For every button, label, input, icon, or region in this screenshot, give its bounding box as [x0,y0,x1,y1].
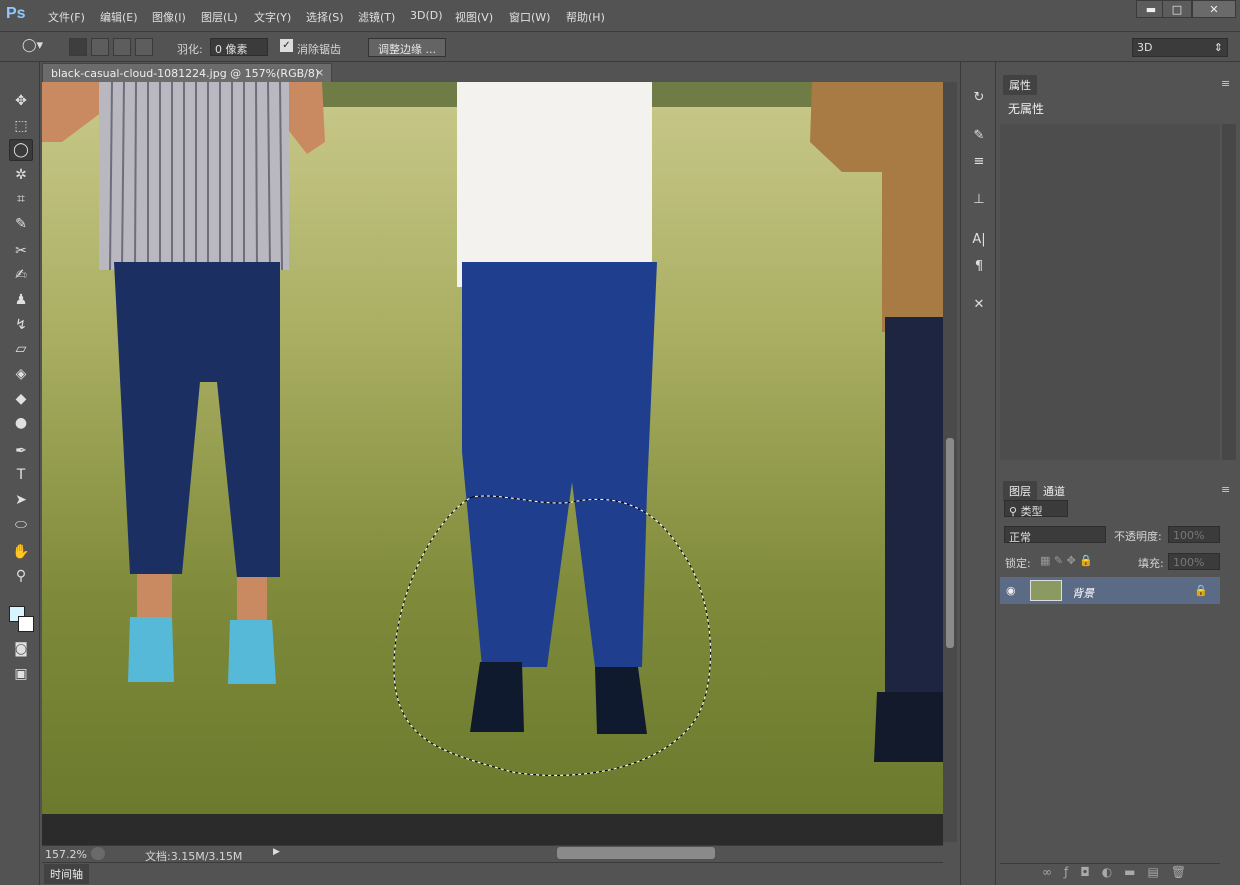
brush-icon[interactable]: ✍ [9,264,33,286]
tool-presets-icon[interactable]: ✕ [967,293,991,315]
panel-menu-icon[interactable]: ≡ [1221,77,1230,90]
menu-3d[interactable]: 3D(D) [410,9,443,22]
menu-window[interactable]: 窗口(W) [509,9,550,25]
properties-body [1000,124,1220,460]
eye-icon[interactable]: ◉ [1006,584,1016,597]
properties-scrollbar[interactable] [1222,124,1236,460]
menu-bar [0,0,1240,32]
lock-icons[interactable]: ▦ ✎ ✥ 🔒 [1040,554,1093,567]
layers-menu-icon[interactable]: ≡ [1221,483,1230,496]
close-button[interactable]: ✕ [1192,0,1236,18]
brush-preset-icon[interactable]: ✎ [967,124,991,146]
paragraph-icon[interactable]: ¶ [967,255,991,277]
brush-settings-icon[interactable]: ≡ [967,150,991,172]
ellipse-icon[interactable]: ⬭ [9,514,33,536]
timeline-panel [42,862,943,885]
vertical-scroll-thumb[interactable] [946,438,954,648]
stamp-icon[interactable]: ♟ [9,289,33,311]
document-canvas[interactable] [42,82,943,814]
menu-view[interactable]: 视图(V) [455,9,493,25]
subtract-selection-icon[interactable] [113,38,131,56]
close-tab-icon[interactable]: × [315,66,324,79]
dodge-icon[interactable]: ● [9,412,33,434]
history-brush-icon[interactable]: ↯ [9,314,33,336]
add-selection-icon[interactable] [91,38,109,56]
blend-mode-select[interactable]: 正常 [1004,526,1106,544]
chevron-icon: ⇕ [1213,41,1223,54]
crop-icon[interactable]: ⌗ [9,188,33,210]
marquee-icon[interactable]: ⬚ [9,115,33,137]
antialias-checkbox[interactable]: ✓ [280,39,293,52]
layers-tab[interactable]: 图层 [1003,481,1037,501]
hand-icon[interactable]: ✋ [9,541,33,563]
search-icon: ⚲ [1009,505,1021,518]
eyedropper-icon[interactable]: ✎ [9,213,33,235]
document-tab[interactable]: black-casual-cloud-1081224.jpg @ 157%(RG… [42,63,332,93]
panel-icon-strip [960,62,996,885]
move-icon[interactable]: ✥ [9,90,33,112]
lasso-icon[interactable]: ◯ [9,139,33,161]
clone-source-icon[interactable]: ⊥ [967,188,991,210]
pen-icon[interactable]: ✒ [9,440,33,462]
properties-empty: 无属性 [1008,102,1045,116]
opacity-input[interactable]: 100% [1168,526,1220,543]
properties-tab[interactable]: 属性 [1003,75,1037,95]
feather-label: 羽化: [177,43,203,56]
maximize-button[interactable]: □ [1162,0,1192,18]
new-selection-icon[interactable] [69,38,87,56]
photo-image [42,82,943,814]
zoom-icon[interactable]: ⚲ [9,565,33,587]
menu-help[interactable]: 帮助(H) [566,9,605,25]
type-icon[interactable]: T [9,464,33,486]
timeline-tab[interactable]: 时间轴 [44,864,89,884]
eraser-icon[interactable]: ▱ [9,338,33,360]
horizontal-scroll-thumb[interactable] [557,847,715,859]
canvas-pasteboard [42,814,943,845]
status-icon[interactable] [91,847,105,860]
layer-action-icons[interactable]: ∞ƒ◘◐▬▤🗑 [1042,865,1198,879]
workspace-select[interactable]: 3D ⇕ [1132,38,1228,57]
opacity-label: 不透明度: [1114,530,1162,543]
lasso-preset-icon[interactable]: ◯▾ [22,38,46,56]
menu-filter[interactable]: 滤镜(T) [358,9,395,25]
quick-mask-icon[interactable]: ◙ [9,638,33,660]
zoom-level[interactable]: 157.2% [45,848,87,861]
fill-input[interactable]: 100% [1168,553,1220,570]
layer-filter-select[interactable]: ⚲ 类型 [1004,500,1068,518]
lock-icon: 🔒 [1194,584,1208,597]
workspace-value: 3D [1137,41,1153,54]
feather-input[interactable]: 0 像素 [210,38,268,56]
menu-layer[interactable]: 图层(L) [201,9,238,25]
menu-select[interactable]: 选择(S) [306,9,344,25]
character-icon[interactable]: A| [967,228,991,250]
menu-image[interactable]: 图像(I) [152,9,186,25]
layer-thumbnail [1030,580,1062,601]
ps-logo: Ps [6,5,26,22]
antialias-label: 消除锯齿 [297,43,341,56]
menu-file[interactable]: 文件(F) [48,9,85,25]
fill-label: 填充: [1138,557,1164,570]
bucket-icon[interactable]: ◈ [9,363,33,385]
background-color-swatch[interactable] [18,616,34,632]
layer-name[interactable]: 背景 [1072,585,1094,601]
refine-edge-button[interactable]: 调整边缘 ... [368,38,446,57]
magic-wand-icon[interactable]: ✲ [9,164,33,186]
intersect-selection-icon[interactable] [135,38,153,56]
history-icon[interactable]: ↻ [967,86,991,108]
channels-tab[interactable]: 通道 [1037,481,1071,501]
filter-kind-label: 类型 [1020,505,1043,518]
path-select-icon[interactable]: ➤ [9,489,33,511]
status-menu-icon[interactable]: ▶ [273,847,283,859]
blur-icon[interactable]: ◆ [9,388,33,410]
screen-mode-icon[interactable]: ▣ [9,663,33,685]
lock-label: 锁定: [1005,557,1031,570]
menu-type[interactable]: 文字(Y) [254,9,291,25]
menu-edit[interactable]: 编辑(E) [100,9,138,25]
healing-icon[interactable]: ✂ [9,240,33,262]
